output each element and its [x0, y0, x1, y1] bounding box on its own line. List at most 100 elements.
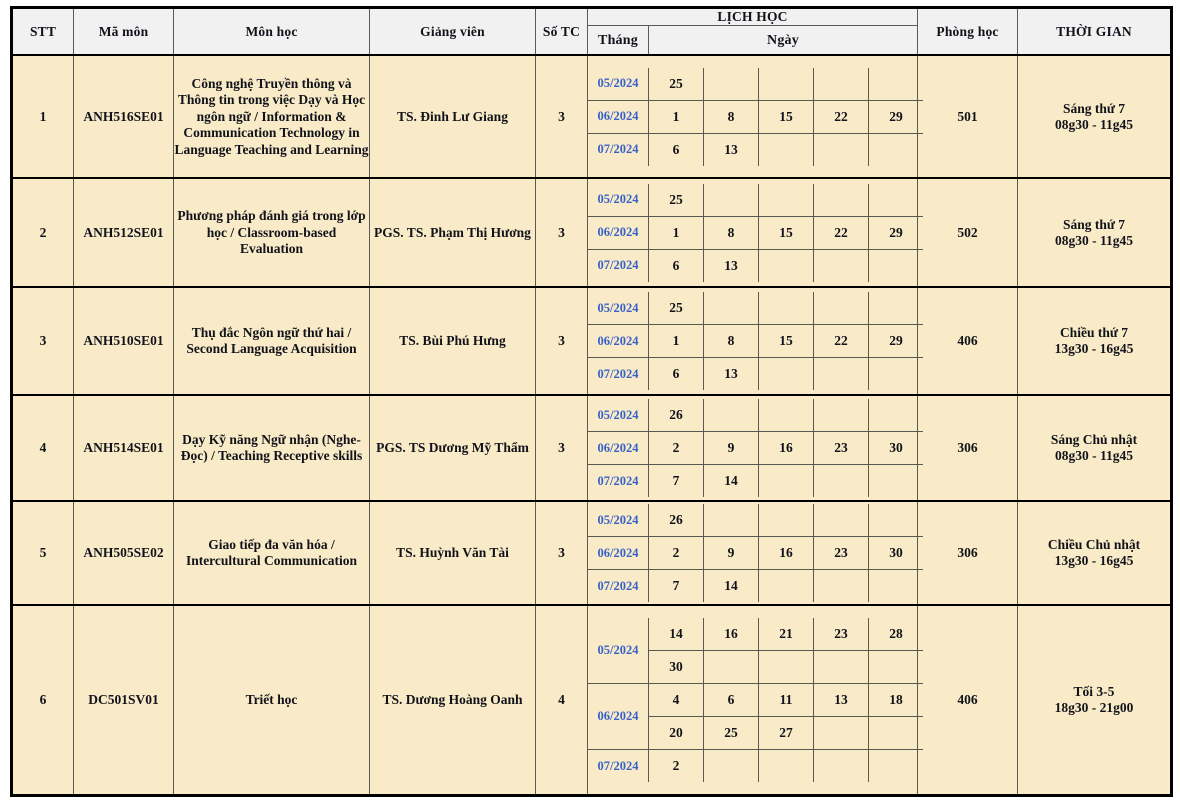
schedule-day: 15 — [758, 215, 814, 250]
schedule-day-empty — [868, 399, 923, 433]
schedule-day: 13 — [813, 683, 869, 718]
schedule-month: 05/2024 — [588, 183, 649, 217]
schedule-day: 30 — [648, 650, 704, 685]
cell-giang-vien: TS. Huỳnh Văn Tài — [369, 500, 536, 607]
thoi-gian-hours: 13g30 - 16g45 — [1054, 341, 1134, 357]
thoi-gian-hours: 18g30 - 21g00 — [1054, 700, 1134, 716]
schedule-row: 07/2024 6 13 — [588, 357, 923, 391]
schedule-month: 05/2024 — [588, 292, 649, 326]
schedule-day-empty — [868, 357, 923, 391]
schedule-row: 05/2024 26 — [588, 504, 923, 538]
cell-stt: 4 — [11, 394, 74, 503]
schedule-day: 22 — [813, 99, 869, 134]
cell-phong-hoc: 501 — [917, 54, 1018, 180]
schedule-month: 07/2024 — [588, 464, 649, 498]
cell-ma-mon: ANH512SE01 — [73, 177, 174, 289]
col-header-stt: STT — [11, 7, 74, 56]
col-header-thoi-gian: THỜI GIAN — [1017, 7, 1172, 56]
schedule-day: 8 — [703, 99, 759, 134]
table-row: 2 ANH512SE01 Phương pháp đánh giá trong lớ… — [11, 177, 1172, 289]
cell-stt: 6 — [11, 604, 74, 797]
schedule-day: 8 — [703, 324, 759, 359]
thoi-gian-session: Tối 3-5 — [1073, 683, 1115, 699]
schedule-grid: 05/2024 26 06/2024 2 9 16 23 30 07/2024 7 14 — [588, 504, 923, 603]
schedule-day-empty — [868, 132, 923, 166]
schedule-day: 25 — [703, 716, 759, 751]
schedule-day-empty — [868, 67, 923, 101]
schedule-day: 6 — [703, 683, 759, 718]
schedule-day-empty — [703, 504, 759, 538]
schedule-day-empty — [813, 292, 869, 326]
schedule-row: 06/2024 2 9 16 23 30 — [588, 431, 923, 466]
cell-mon-hoc: Dạy Kỹ năng Ngữ nhận (Nghe-Đọc) / Teachi… — [173, 394, 370, 503]
lich-hoc-subheader-table: Tháng Ngày — [588, 26, 917, 55]
schedule-day: 23 — [813, 618, 869, 652]
cell-giang-vien: TS. Bùi Phú Hưng — [369, 286, 536, 397]
schedule-day-empty — [813, 183, 869, 217]
schedule-day-empty — [703, 749, 759, 783]
cell-ma-mon: DC501SV01 — [73, 604, 174, 797]
schedule-day: 23 — [813, 431, 869, 466]
cell-lich-hoc: 05/2024 14 16 21 23 28 30 06/2024 4 6 11 13 18 20 25 27… — [587, 604, 923, 797]
thoi-gian-session: Sáng thứ 7 — [1062, 216, 1126, 232]
thoi-gian-hours: 08g30 - 11g45 — [1054, 232, 1133, 248]
schedule-month: 07/2024 — [588, 248, 649, 282]
schedule-row: 05/2024 25 — [588, 67, 923, 101]
cell-so-tc: 3 — [535, 394, 588, 503]
cell-thoi-gian: Sáng thứ 7 08g30 - 11g45 — [1017, 177, 1172, 289]
schedule-day-empty — [868, 183, 923, 217]
schedule-day: 13 — [703, 357, 759, 391]
cell-mon-hoc: Triết học — [173, 604, 370, 797]
schedule-day: 7 — [648, 569, 704, 603]
schedule-row: 05/2024 26 — [588, 399, 923, 433]
schedule-row: 06/2024 1 8 15 22 29 — [588, 99, 923, 134]
schedule-day-empty — [813, 357, 869, 391]
table-body: 1 ANH516SE01 Công nghệ Truyền thông và Thô… — [11, 54, 1172, 797]
schedule-row: 06/2024 4 6 11 13 18 — [588, 683, 923, 751]
schedule-day-empty — [813, 248, 869, 282]
cell-phong-hoc: 306 — [917, 394, 1018, 503]
cell-lich-hoc: 05/2024 26 06/2024 2 9 16 23 30 07/2024 7 14 — [587, 500, 923, 607]
thoi-gian-session: Chiều thứ 7 — [1059, 325, 1129, 340]
schedule-day: 2 — [648, 536, 704, 571]
schedule-day: 4 — [648, 683, 704, 718]
schedule-month: 05/2024 — [588, 618, 649, 685]
cell-giang-vien: TS. Dương Hoàng Oanh — [369, 604, 536, 797]
thoi-gian-hours: 13g30 - 16g45 — [1054, 553, 1134, 569]
schedule-day: 21 — [758, 618, 814, 652]
cell-thoi-gian: Tối 3-5 18g30 - 21g00 — [1017, 604, 1172, 797]
schedule-day: 6 — [648, 357, 704, 391]
schedule-day: 23 — [813, 536, 869, 571]
schedule-day-empty — [758, 292, 814, 326]
thoi-gian-hours: 08g30 - 11g45 — [1054, 448, 1133, 464]
schedule-day-empty — [813, 464, 869, 498]
table-header: STT Mã môn Môn học Giảng viên Số TC LỊCH… — [11, 7, 1172, 56]
schedule-day: 7 — [648, 464, 704, 498]
schedule-row: 05/2024 14 16 21 23 28 — [588, 618, 923, 685]
schedule-day-empty — [703, 292, 759, 326]
schedule-day: 27 — [758, 716, 814, 751]
schedule-row: 05/2024 25 — [588, 183, 923, 217]
schedule-day-empty — [758, 504, 814, 538]
col-header-lich-sub: Tháng Ngày — [587, 25, 918, 56]
cell-stt: 1 — [11, 54, 74, 180]
schedule-day: 29 — [868, 324, 923, 359]
schedule-grid: 05/2024 25 06/2024 1 8 15 22 29 07/2024 6 13 — [588, 292, 923, 391]
cell-so-tc: 4 — [535, 604, 588, 797]
schedule-day-empty — [868, 464, 923, 498]
schedule-grid: 05/2024 25 06/2024 1 8 15 22 29 07/2024 6 13 — [588, 67, 923, 166]
schedule-day: 2 — [648, 749, 704, 783]
schedule-day: 6 — [648, 248, 704, 282]
schedule-day-empty — [813, 504, 869, 538]
schedule-month: 06/2024 — [588, 215, 649, 250]
schedule-row: 06/2024 1 8 15 22 29 — [588, 324, 923, 359]
schedule-day-empty — [758, 183, 814, 217]
schedule-day: 16 — [758, 536, 814, 571]
schedule-day: 13 — [703, 132, 759, 166]
cell-phong-hoc: 406 — [917, 286, 1018, 397]
header-row-1: STT Mã môn Môn học Giảng viên Số TC LỊCH… — [11, 7, 1172, 56]
schedule-day: 2 — [648, 431, 704, 466]
schedule-row: 07/2024 7 14 — [588, 569, 923, 603]
schedule-month: 05/2024 — [588, 399, 649, 433]
table-row: 1 ANH516SE01 Công nghệ Truyền thông và Thô… — [11, 54, 1172, 180]
